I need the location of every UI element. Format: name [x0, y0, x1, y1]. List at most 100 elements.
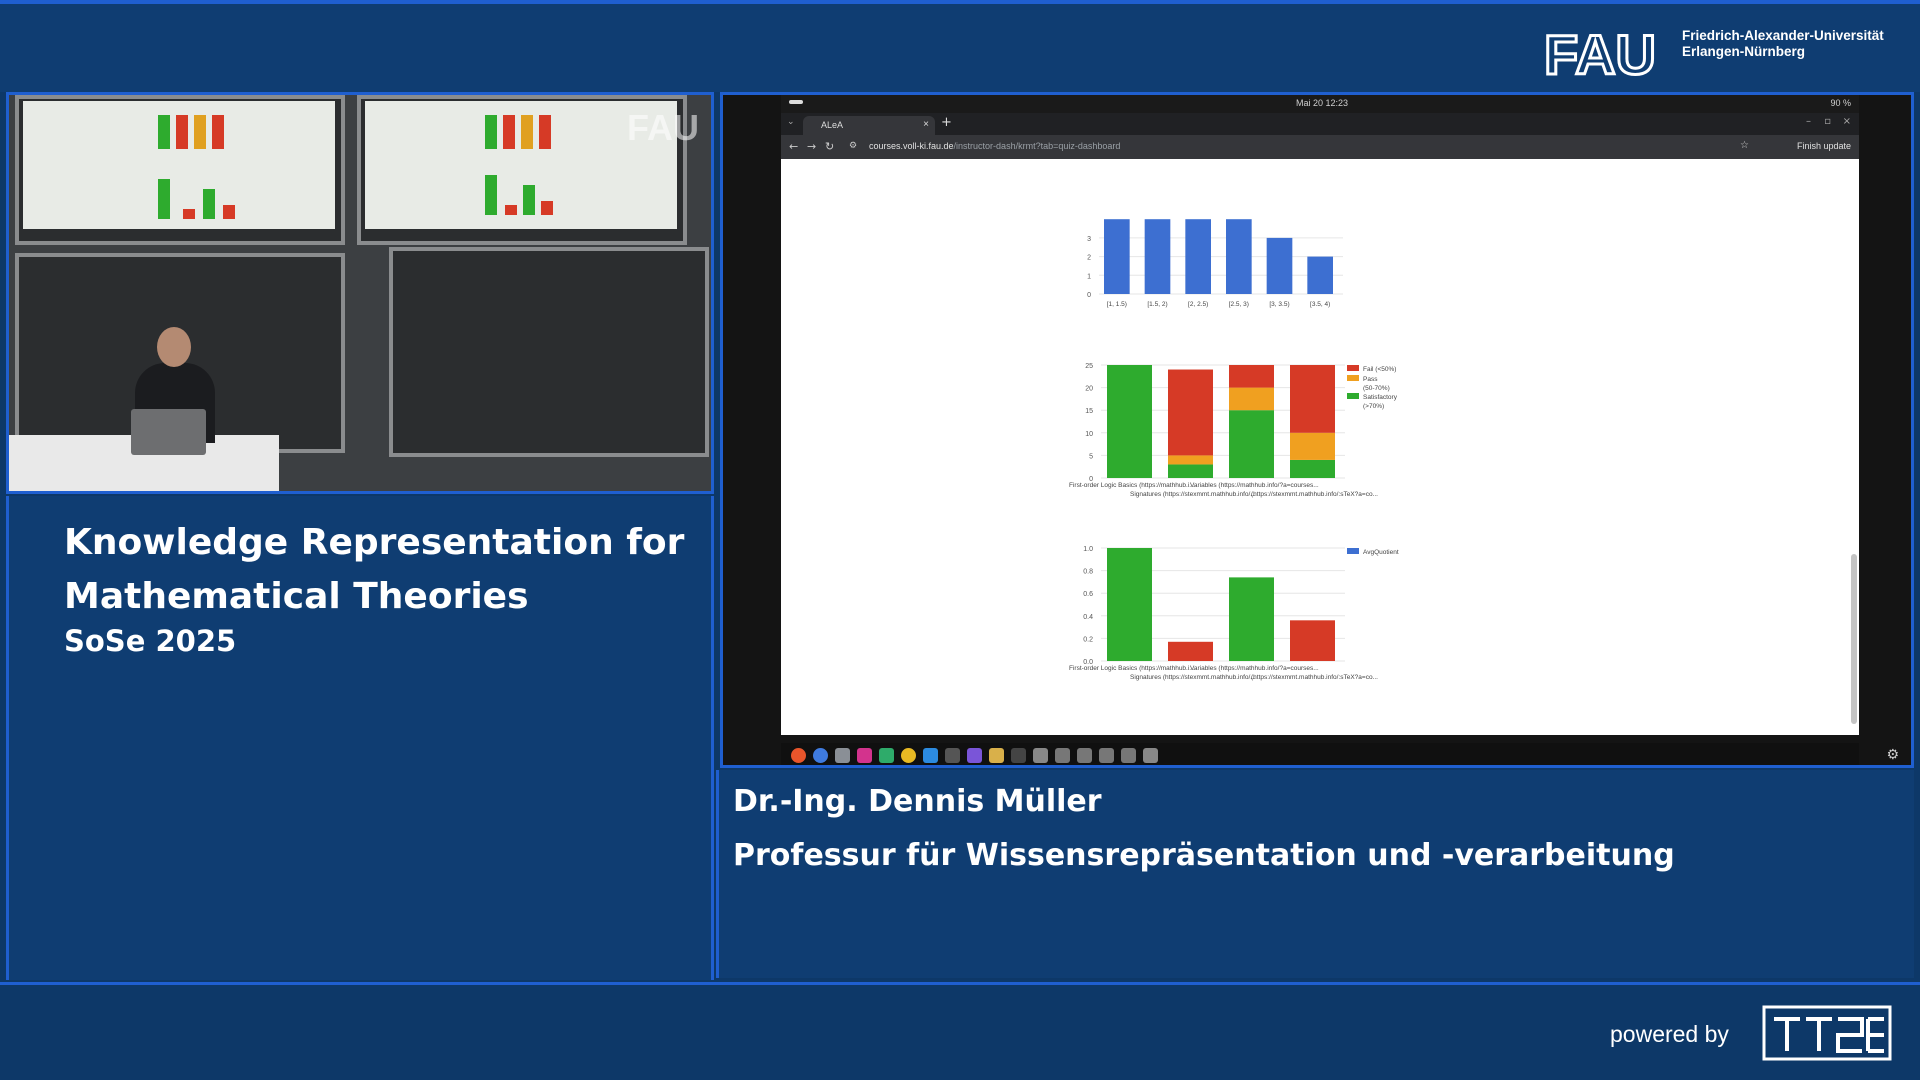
- x-tick-label: Signatures (https://stexmmt.mathhub.info…: [1130, 491, 1256, 498]
- stacked-bar-segment: [1168, 455, 1213, 464]
- university-line2: Erlangen-Nürnberg: [1682, 44, 1884, 60]
- rrze-logo: [1762, 1005, 1892, 1061]
- battery-status[interactable]: 90 %: [1830, 98, 1851, 108]
- projection-left: [23, 101, 335, 229]
- window-icon-1[interactable]: [1055, 748, 1070, 763]
- tab-title: ALeA: [821, 120, 843, 130]
- avg-quotient-bar: [1290, 620, 1335, 661]
- window-icon-4[interactable]: [1121, 748, 1136, 763]
- stacked-bar-segment: [1229, 365, 1274, 388]
- back-icon[interactable]: ←: [789, 140, 798, 153]
- site-settings-icon[interactable]: ⚙: [849, 141, 857, 151]
- header-band: FAU Friedrich-Alexander-Universität Erla…: [0, 0, 1920, 92]
- reload-icon[interactable]: ↻: [825, 140, 834, 153]
- avg-quotient-bar: [1168, 642, 1213, 661]
- bookmark-star-icon[interactable]: ☆: [1740, 140, 1749, 151]
- files-icon[interactable]: [835, 748, 850, 763]
- url-field[interactable]: courses.voll-ki.fau.de/instructor-dash/k…: [869, 141, 1120, 151]
- y-tick-label: 20: [1085, 386, 1093, 393]
- stacked-bar-segment: [1229, 388, 1274, 411]
- x-tick-label: First-order Logic Basics (https://mathhu…: [1069, 665, 1195, 672]
- thunderbird-icon[interactable]: [813, 748, 828, 763]
- y-tick-label: 15: [1085, 408, 1093, 415]
- histogram-bar: [1104, 219, 1130, 294]
- histogram-bar: [1145, 219, 1171, 294]
- university-name: Friedrich-Alexander-Universität Erlangen…: [1682, 28, 1884, 60]
- tab-bar: ⌄ ALeA × + – ▫ ×: [781, 113, 1859, 135]
- tab-alea[interactable]: ALeA ×: [803, 116, 935, 135]
- speaker-name: Dr.-Ing. Dennis Müller: [733, 784, 1102, 819]
- y-tick-label: 0.8: [1083, 569, 1093, 576]
- stacked-bar-segment: [1168, 370, 1213, 456]
- tab-close-icon[interactable]: ×: [923, 119, 929, 130]
- histogram-bar: [1307, 257, 1333, 294]
- window-icon-2[interactable]: [1077, 748, 1092, 763]
- lower-board-right: [389, 247, 709, 457]
- os-top-bar: Mai 20 12:23 90 %: [781, 95, 1859, 113]
- lecturer-laptop: [131, 409, 206, 455]
- page-scrollbar[interactable]: [1851, 554, 1857, 724]
- stacked-bar-segment: [1290, 433, 1335, 460]
- legend-swatch: [1347, 548, 1359, 554]
- y-tick-label: 25: [1085, 363, 1093, 370]
- utility-icon[interactable]: [1011, 748, 1026, 763]
- finish-update-button[interactable]: Finish update: [1797, 141, 1851, 151]
- address-bar: ← → ↻ ⚙ courses.voll-ki.fau.de/instructo…: [781, 135, 1859, 159]
- firefox-icon[interactable]: [791, 748, 806, 763]
- tool-icon[interactable]: [945, 748, 960, 763]
- projected-charts-left: [23, 101, 335, 229]
- stacked-bar-segment: [1290, 460, 1335, 478]
- x-tick-label: [2, 2.5): [1188, 301, 1208, 308]
- url-host: courses.voll-ki.fau.de: [869, 141, 954, 151]
- avg-quotient-bar: [1229, 577, 1274, 661]
- camera-watermark: FAU: [627, 107, 699, 149]
- x-tick-label: (https://stexmmt.mathhub.info/:sTeX?a=co…: [1251, 674, 1378, 681]
- document-icon[interactable]: [1033, 748, 1048, 763]
- x-tick-label: Variables (https://mathhub.info/?a=cours…: [1190, 665, 1319, 672]
- x-tick-label: [1.5, 2): [1147, 301, 1167, 308]
- tab-list-icon[interactable]: ⌄: [787, 117, 795, 127]
- x-tick-label: [3.5, 4): [1310, 301, 1330, 308]
- quiz-dashboard-charts: 0123[1, 1.5)[1.5, 2)[2, 2.5)[2.5, 3)[3, …: [781, 159, 1859, 735]
- stacked-bar-segment: [1229, 410, 1274, 478]
- lecturer-camera-feed: FAU: [6, 92, 714, 494]
- legend-label: Fail (<50%): [1363, 366, 1396, 373]
- ide-icon[interactable]: [857, 748, 872, 763]
- x-tick-label: Signatures (https://stexmmt.mathhub.info…: [1130, 674, 1256, 681]
- maximize-icon[interactable]: ▫: [1824, 116, 1831, 127]
- app-icon[interactable]: [967, 748, 982, 763]
- trash-icon[interactable]: [1143, 748, 1158, 763]
- os-taskbar: [781, 743, 1859, 768]
- legend-label: (>70%): [1363, 403, 1384, 410]
- os-clock[interactable]: Mai 20 12:23: [1296, 98, 1348, 108]
- y-tick-label: 0.2: [1083, 636, 1093, 643]
- legend-label: (50-70%): [1363, 385, 1390, 392]
- activities-icon[interactable]: [789, 100, 803, 104]
- terminal-app-icon[interactable]: [879, 748, 894, 763]
- legend-label: AvgQuotient: [1363, 549, 1399, 556]
- stacked-bar-segment: [1107, 365, 1152, 478]
- footer-band: powered by: [0, 982, 1920, 1080]
- lecturer-head: [157, 327, 191, 367]
- minimize-icon[interactable]: –: [1806, 116, 1811, 127]
- x-tick-label: [1, 1.5): [1107, 301, 1127, 308]
- stacked-bar-segment: [1290, 365, 1335, 433]
- vscode-icon[interactable]: [923, 748, 938, 763]
- university-line1: Friedrich-Alexander-Universität: [1682, 28, 1884, 44]
- settings-gear-icon[interactable]: ⚙: [1886, 747, 1899, 763]
- dashboard-page: 0123[1, 1.5)[1.5, 2)[2, 2.5)[2.5, 3)[3, …: [781, 159, 1859, 735]
- editor-icon[interactable]: [989, 748, 1004, 763]
- powered-by-label: powered by: [1610, 1021, 1729, 1048]
- legend-swatch: [1347, 365, 1359, 371]
- y-tick-label: 1: [1087, 273, 1091, 280]
- forward-icon[interactable]: →: [807, 140, 816, 153]
- chrome-icon[interactable]: [901, 748, 916, 763]
- x-tick-label: First-order Logic Basics (https://mathhu…: [1069, 482, 1195, 489]
- new-tab-icon[interactable]: +: [941, 115, 952, 130]
- url-path: /instructor-dash/krmt?tab=quiz-dashboard: [954, 141, 1121, 151]
- browser-window: Mai 20 12:23 90 % ⌄ ALeA × + – ▫ × ← → ↻…: [781, 95, 1859, 735]
- window-icon-3[interactable]: [1099, 748, 1114, 763]
- histogram-bar: [1226, 219, 1252, 294]
- legend-swatch: [1347, 393, 1359, 399]
- window-close-icon[interactable]: ×: [1843, 116, 1851, 127]
